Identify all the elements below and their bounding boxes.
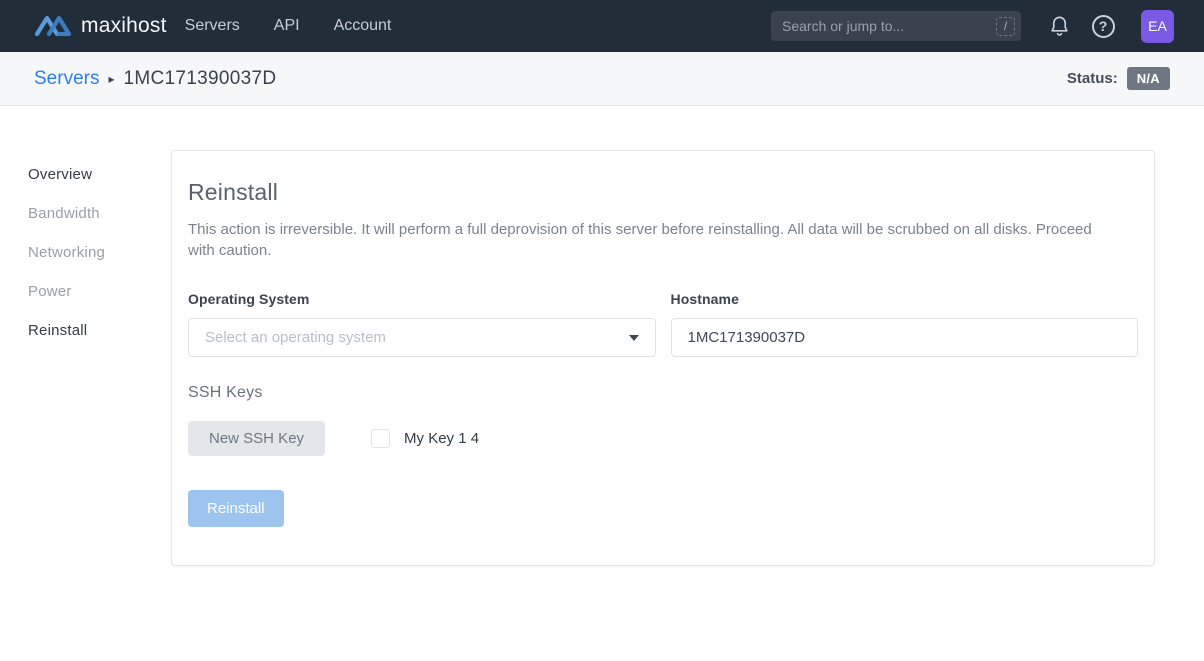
server-sidebar: Overview Bandwidth Networking Power Rein… — [0, 150, 171, 566]
breadcrumb-bar: Servers ▸ 1MC171390037D Status: N/A — [0, 52, 1204, 106]
reinstall-form-row: Operating System Select an operating sys… — [188, 291, 1138, 357]
breadcrumb-servers-link[interactable]: Servers — [34, 68, 99, 90]
maxihost-logo[interactable]: maxihost — [34, 11, 167, 41]
top-navbar: maxihost Servers API Account / ? EA — [0, 0, 1204, 52]
page-content: Overview Bandwidth Networking Power Rein… — [0, 106, 1204, 566]
nav-item-api[interactable]: API — [274, 17, 300, 35]
help-question-mark: ? — [1091, 14, 1115, 38]
help-icon[interactable]: ? — [1090, 13, 1116, 39]
sidebar-item-reinstall[interactable]: Reinstall — [28, 322, 171, 339]
hostname-input[interactable] — [670, 318, 1138, 357]
search-input[interactable] — [782, 18, 996, 34]
reinstall-card: Reinstall This action is irreversible. I… — [171, 150, 1155, 566]
sidebar-item-bandwidth[interactable]: Bandwidth — [28, 205, 171, 222]
nav-links: Servers API Account — [185, 17, 392, 35]
card-description: This action is irreversible. It will per… — [188, 221, 1092, 259]
operating-system-label: Operating System — [188, 291, 310, 307]
breadcrumb-separator-icon: ▸ — [108, 72, 115, 86]
status-label: Status: — [1066, 70, 1118, 87]
operating-system-field-group: Operating System Select an operating sys… — [188, 291, 656, 357]
sidebar-item-networking[interactable]: Networking — [28, 244, 171, 261]
card-title: Reinstall — [188, 179, 279, 205]
global-search[interactable]: / — [771, 11, 1021, 41]
maxihost-logo-icon — [34, 11, 72, 41]
ssh-keys-heading: SSH Keys — [188, 384, 263, 401]
sidebar-item-power[interactable]: Power — [28, 283, 171, 300]
ssh-key-checkbox-label[interactable]: My Key 1 4 — [404, 430, 479, 447]
notifications-bell-icon[interactable] — [1046, 13, 1072, 39]
reinstall-button[interactable]: Reinstall — [188, 490, 284, 527]
hostname-field-group: Hostname — [670, 291, 1138, 357]
status-badge: N/A — [1126, 67, 1170, 90]
chevron-down-icon — [628, 334, 639, 341]
search-shortcut-hint: / — [996, 16, 1015, 36]
new-ssh-key-button[interactable]: New SSH Key — [188, 421, 326, 456]
brand-name: maxihost — [81, 14, 167, 37]
operating-system-placeholder: Select an operating system — [205, 329, 386, 346]
ssh-key-checkbox[interactable] — [371, 429, 391, 448]
ssh-keys-row: New SSH Key My Key 1 4 — [188, 421, 1138, 456]
nav-item-servers[interactable]: Servers — [185, 17, 240, 35]
hostname-label: Hostname — [670, 291, 739, 307]
operating-system-select[interactable]: Select an operating system — [188, 318, 656, 357]
user-avatar[interactable]: EA — [1141, 9, 1174, 43]
nav-item-account[interactable]: Account — [334, 17, 392, 35]
breadcrumb-current-server: 1MC171390037D — [123, 67, 277, 89]
sidebar-item-overview[interactable]: Overview — [28, 166, 171, 183]
